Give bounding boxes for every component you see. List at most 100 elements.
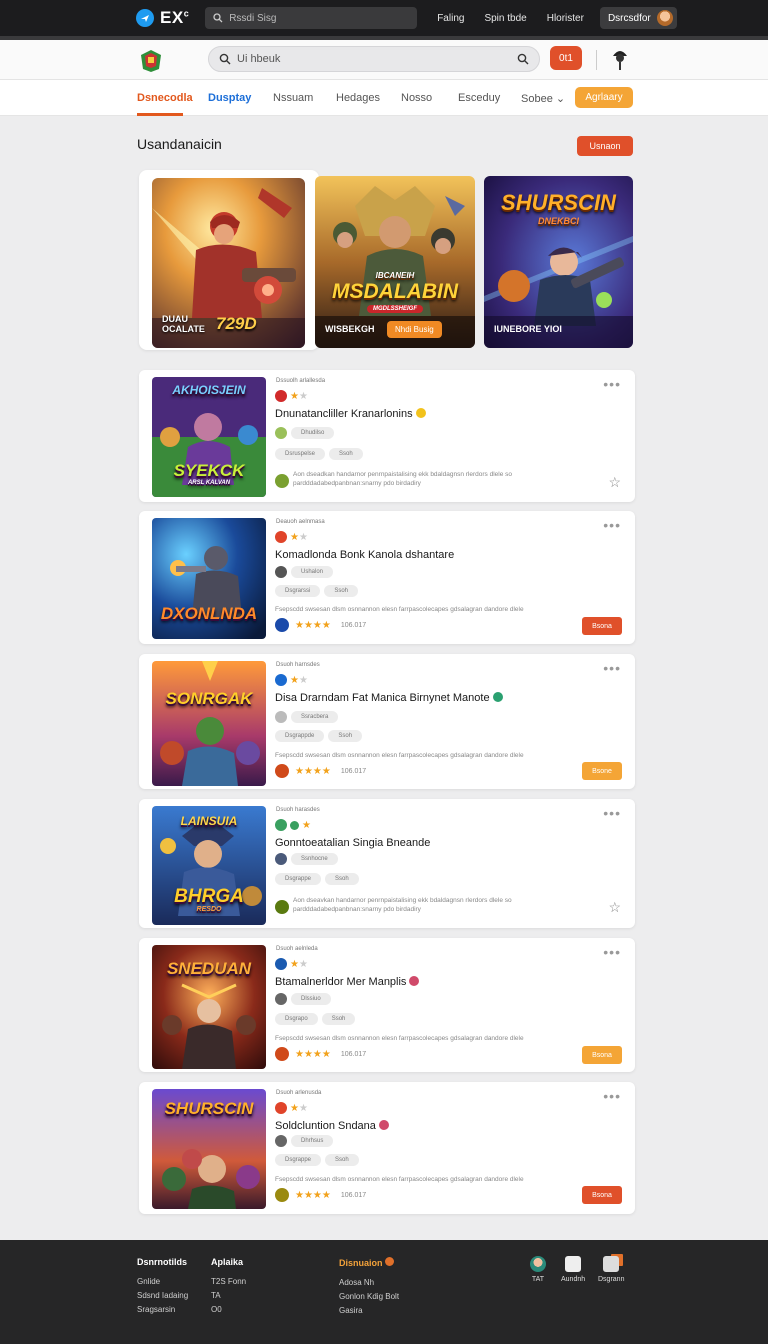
more-options-icon[interactable]: ••• [603,806,621,820]
featured-2-button[interactable]: Nhdi Busig [387,321,442,338]
more-options-icon[interactable]: ••• [603,945,621,959]
tag[interactable]: Dsruspelse [275,448,326,460]
tab-1[interactable]: Dsnecodla [137,92,193,104]
more-options-icon[interactable]: ••• [603,1089,621,1103]
item-action-button[interactable]: Bsona [582,617,622,635]
tab-5[interactable]: Nosso [401,92,432,104]
tab-7-dropdown[interactable]: Sobee ⌄ [521,92,565,105]
more-options-icon[interactable]: ••• [603,377,621,391]
footer-column-1: Dsnrnotilds Gnlide Sdsnd Iadaing Sragsar… [137,1257,188,1319]
footer-link[interactable]: T2S Fonn [211,1277,246,1286]
more-options-icon[interactable]: ••• [603,661,621,675]
tag[interactable]: Ssoh [324,585,359,597]
tag[interactable]: Dsgrappe [275,873,322,885]
list-item[interactable]: AKHOISJEIN SYEKCK ARSL KALVAN Dssuolh ar… [139,370,635,502]
tag[interactable]: Ssoh [325,1154,359,1166]
app-logo-icon[interactable] [136,9,154,27]
list-item[interactable]: SONRGAK Dsuoh harnsdes ★ ★ Disa Drarndam … [139,654,635,789]
user-profile-icon[interactable] [610,46,630,72]
tab-4[interactable]: Hedages [336,92,380,104]
item-title[interactable]: Btamalnerldor Mer Manplis [275,976,420,988]
tag[interactable]: Ssoh [328,730,363,742]
tab-3[interactable]: Nssuam [273,92,313,104]
tag[interactable]: Dlssiuo [291,993,331,1005]
item-title[interactable]: Gonntoeatalian Singia Bneande [275,837,430,849]
item-footer: ★★★★ 106.017 [275,618,366,632]
featured-card-3[interactable]: SHURSCIN DNEKBCI IUNEBORE YIOI [484,176,633,348]
star-empty-icon: ★ [298,531,308,543]
item-4-art-top: LAINSUIA [180,814,238,828]
tag[interactable]: Dsgrarssi [275,585,321,597]
featured-card-1[interactable]: DUAU OCALATE 729D [152,178,305,348]
tag[interactable]: Dsgrappe [275,1154,322,1166]
item-thumbnail[interactable]: DXONLNDA [152,518,266,639]
item-footer: ★★★★ 106.017 [275,1047,366,1061]
tag[interactable]: Ssoh [321,1013,356,1025]
list-item[interactable]: SHURSCIN Dsuoh arlenusda ★ ★ Soldcluntion… [139,1082,635,1214]
footer-link[interactable]: O0 [211,1305,246,1314]
more-options-icon[interactable]: ••• [603,518,621,532]
item-action-button[interactable]: Bsona [582,1186,622,1204]
top-search-input[interactable]: Rssdi Sisg [205,7,418,29]
top-search-placeholder: Rssdi Sisg [229,12,277,24]
tab-6[interactable]: Esceduy [458,92,500,104]
search-submit-icon[interactable] [517,53,529,65]
tag[interactable]: Ssoh [329,448,363,460]
main-search-input[interactable]: Ui hbeuk [208,46,540,72]
publisher-icon [275,1188,289,1202]
item-tag-primary: Ssracbera [275,711,342,723]
item-title[interactable]: Soldcluntion Sndana [275,1120,389,1132]
item-thumbnail[interactable]: SHURSCIN [152,1089,266,1209]
rating-badge-icon [275,1102,287,1114]
user-menu-button[interactable]: Dsrcsdfor [599,7,677,29]
item-description: Fsepscdd swsesan dlsm osnnannon elesn fa… [275,1176,524,1183]
tag[interactable]: Ushalon [291,566,334,578]
item-thumbnail[interactable]: SNEDUAN [152,945,266,1069]
item-thumbnail[interactable]: LAINSUIA BHRGA RESDO [152,806,266,925]
site-footer: Dsnrnotilds Gnlide Sdsnd Iadaing Sragsar… [0,1240,768,1344]
tab-2[interactable]: Dusptay [208,92,251,104]
item-thumbnail[interactable]: SONRGAK [152,661,266,786]
footer-link[interactable]: Adosa Nh [339,1278,399,1287]
tag[interactable]: Dsgrapo [275,1013,318,1025]
tag[interactable]: Dhudilso [291,427,335,439]
footer-icon-link-1[interactable]: TAT [530,1256,546,1283]
item-action-button[interactable]: Bsone [582,762,622,780]
item-action-button[interactable]: Bsona [582,1046,622,1064]
item-rating: ★ ★ [275,1102,308,1114]
tag[interactable]: Ssoh [325,873,359,885]
tag[interactable]: Ssnhocne [291,853,338,865]
top-link-1[interactable]: Faling [437,13,464,24]
footer-icon-link-2[interactable]: Aundnh [561,1256,585,1283]
favorite-star-icon[interactable]: ☆ [608,474,621,491]
item-title[interactable]: Dnunatancliller Kranarlonins [275,408,426,420]
brand-name[interactable]: EXc [160,8,189,28]
footer-link[interactable]: Sdsnd Iadaing [137,1291,188,1300]
tag[interactable]: Ssracbera [291,711,339,723]
featured-2-ribbon: MGDLSSHEIGF [315,305,475,313]
footer-link[interactable]: Gnlide [137,1277,188,1286]
star-empty-icon: ★ [298,390,308,402]
list-item[interactable]: LAINSUIA BHRGA RESDO Dsuoh harasdes ★ Go… [139,799,635,928]
footer-link[interactable]: TA [211,1291,246,1300]
item-title[interactable]: Komadlonda Bonk Kanola dshantare [275,549,454,561]
section-action-button[interactable]: Usnaon [577,136,633,156]
list-item[interactable]: DXONLNDA Deauoh aelnmasa ★ ★ Komadlonda B… [139,511,635,644]
footer-link[interactable]: Sragsarsin [137,1305,188,1314]
header-divider [596,50,597,70]
site-logo-icon[interactable] [138,47,164,73]
item-title[interactable]: Disa Drarndam Fat Manica Birnynet Manote [275,692,503,704]
header-action-button[interactable]: 0t1 [550,46,582,70]
top-link-3[interactable]: Hlorister [547,13,584,24]
footer-link[interactable]: Gasira [339,1306,399,1315]
tag[interactable]: Dsgrappde [275,730,325,742]
favorite-star-icon[interactable]: ☆ [608,899,621,916]
featured-card-2[interactable]: IBCANEIH MSDALABIN MGDLSSHEIGF WISBEKGH … [315,176,475,348]
list-item[interactable]: SNEDUAN Dsuoh aelnleda ★ ★ Btamalnerldor … [139,938,635,1072]
item-thumbnail[interactable]: AKHOISJEIN SYEKCK ARSL KALVAN [152,377,266,497]
nav-pill-button[interactable]: Agrlaary [575,87,633,108]
tag[interactable]: Dhrhsus [291,1135,334,1147]
top-link-2[interactable]: Spin tbde [484,13,526,24]
footer-link[interactable]: Gonlon Kdig Bolt [339,1292,399,1301]
footer-icon-link-3[interactable]: Dsgrann [598,1256,624,1283]
